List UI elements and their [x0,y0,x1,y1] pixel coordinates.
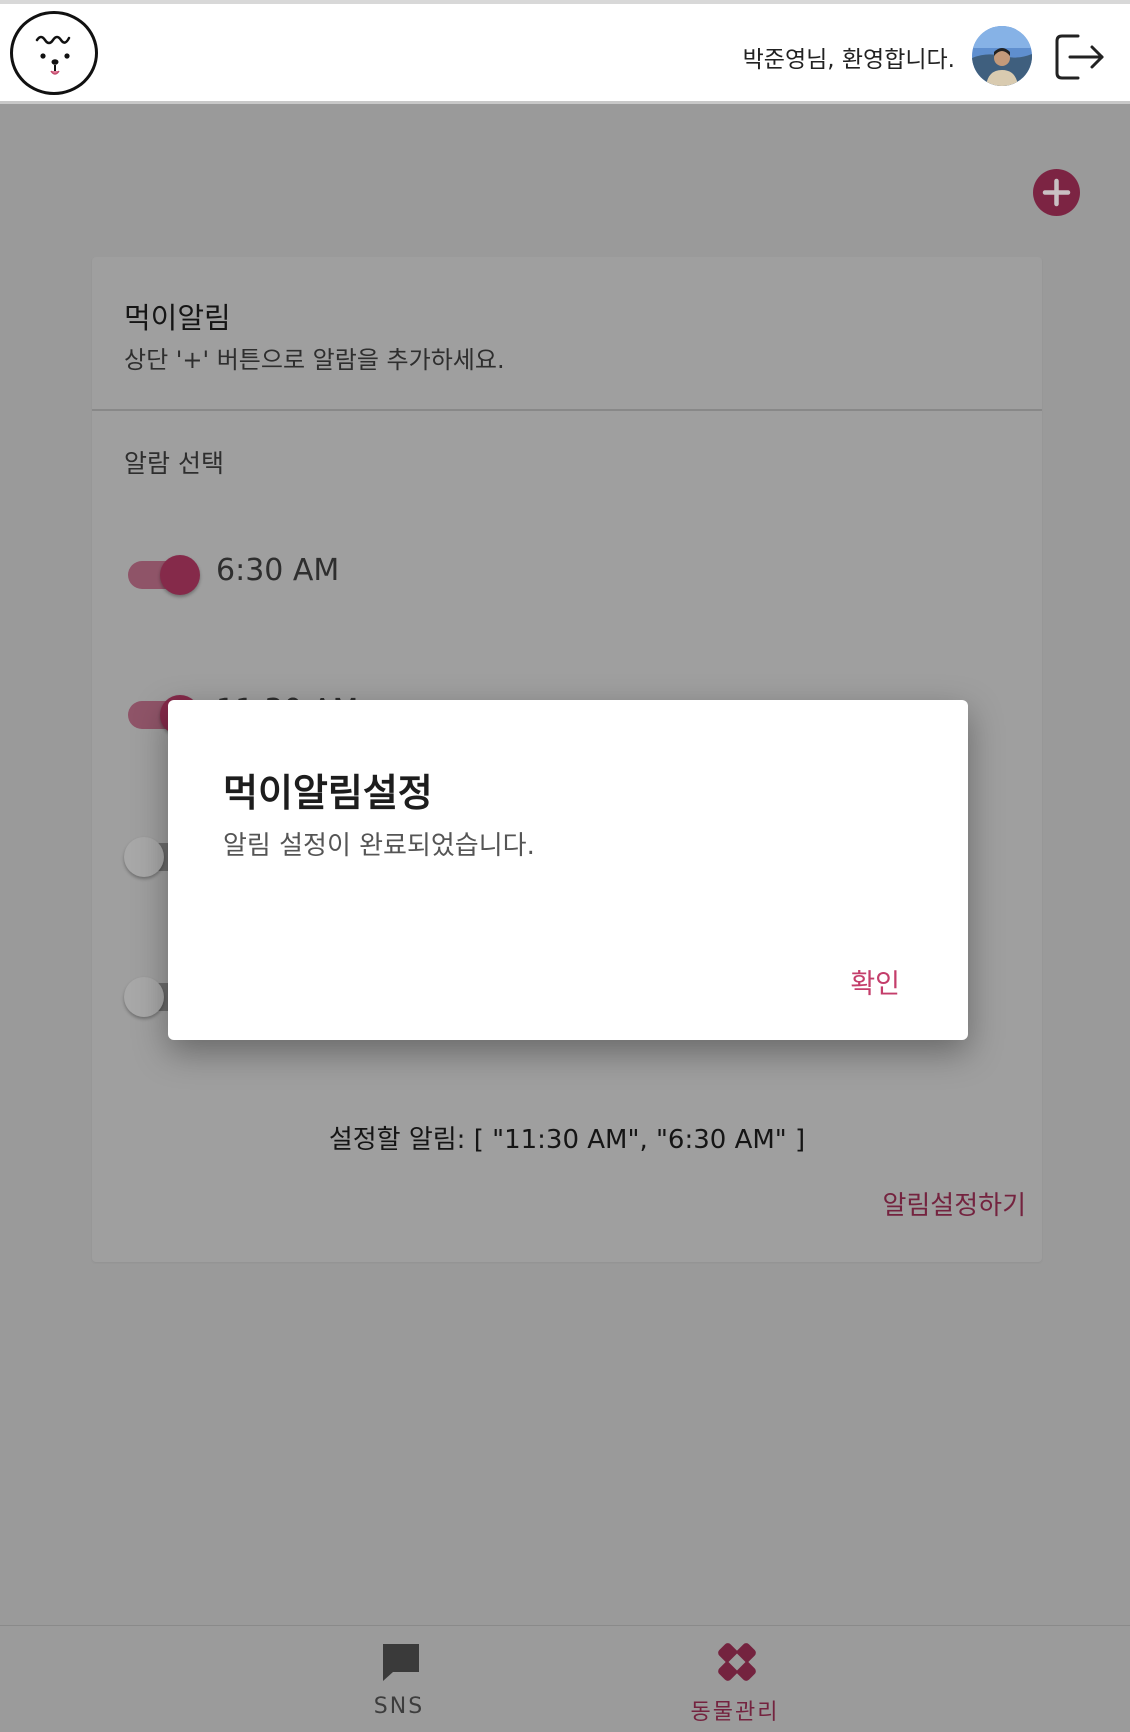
alarm-set-dialog: 먹이알림설정 알림 설정이 완료되었습니다. 확인 [168,700,968,1040]
confirm-button[interactable]: 확인 [850,962,900,1001]
dialog-title: 먹이알림설정 [223,771,433,815]
dialog-message: 알림 설정이 완료되었습니다. [223,831,535,861]
